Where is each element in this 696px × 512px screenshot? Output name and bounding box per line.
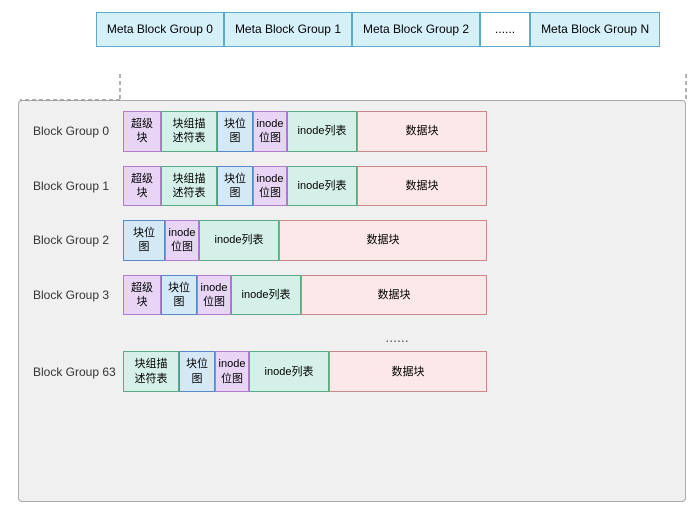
- cell-4-4: 数据块: [329, 351, 487, 392]
- cell-3-1: 块位图: [161, 275, 197, 316]
- cell-4-0: 块组描述符表: [123, 351, 179, 392]
- cell-3-4: 数据块: [301, 275, 487, 316]
- dots-separator: ......: [123, 329, 671, 345]
- cell-3-2: inode 位图: [197, 275, 231, 316]
- cell-2-2: inode列表: [199, 220, 279, 261]
- cell-1-2: 块位图: [217, 166, 253, 207]
- meta-block-4: Meta Block Group N: [530, 12, 660, 47]
- block-group-row-4: Block Group 63块组描述符表块位图inode 位图inode列表数据…: [33, 351, 671, 392]
- cell-1-1: 块组描述符表: [161, 166, 217, 207]
- block-group-label-2: Block Group 2: [33, 233, 123, 247]
- cell-1-3: inode 位图: [253, 166, 287, 207]
- cell-0-1: 块组描述符表: [161, 111, 217, 152]
- cell-0-5: 数据块: [357, 111, 487, 152]
- cell-4-1: 块位图: [179, 351, 215, 392]
- cell-2-1: inode 位图: [165, 220, 199, 261]
- block-group-label-1: Block Group 1: [33, 179, 123, 193]
- cell-2-3: 数据块: [279, 220, 487, 261]
- block-group-cells-3: 超级块块位图inode 位图inode列表数据块: [123, 275, 487, 316]
- meta-block-0: Meta Block Group 0: [96, 12, 224, 47]
- block-group-label-4: Block Group 63: [33, 365, 123, 379]
- main-container: Block Group 0超级块块组描述符表块位图inode 位图inode列表…: [18, 100, 686, 502]
- meta-block-3: ......: [480, 12, 530, 47]
- cell-1-4: inode列表: [287, 166, 357, 207]
- cell-3-3: inode列表: [231, 275, 301, 316]
- cell-2-0: 块位图: [123, 220, 165, 261]
- block-group-label-0: Block Group 0: [33, 124, 123, 138]
- block-group-cells-0: 超级块块组描述符表块位图inode 位图inode列表数据块: [123, 111, 487, 152]
- block-group-cells-1: 超级块块组描述符表块位图inode 位图inode列表数据块: [123, 166, 487, 207]
- block-group-cells-4: 块组描述符表块位图inode 位图inode列表数据块: [123, 351, 487, 392]
- cell-0-4: inode列表: [287, 111, 357, 152]
- cell-4-3: inode列表: [249, 351, 329, 392]
- cell-3-0: 超级块: [123, 275, 161, 316]
- cell-1-0: 超级块: [123, 166, 161, 207]
- cell-0-3: inode 位图: [253, 111, 287, 152]
- meta-block-groups-row: Meta Block Group 0Meta Block Group 1Meta…: [60, 12, 696, 47]
- meta-block-2: Meta Block Group 2: [352, 12, 480, 47]
- meta-block-1: Meta Block Group 1: [224, 12, 352, 47]
- block-group-row-3: Block Group 3超级块块位图inode 位图inode列表数据块: [33, 275, 671, 316]
- block-group-row-1: Block Group 1超级块块组描述符表块位图inode 位图inode列表…: [33, 166, 671, 207]
- block-group-row-2: Block Group 2块位图inode 位图inode列表数据块: [33, 220, 671, 261]
- cell-4-2: inode 位图: [215, 351, 249, 392]
- block-group-cells-2: 块位图inode 位图inode列表数据块: [123, 220, 487, 261]
- cell-1-5: 数据块: [357, 166, 487, 207]
- cell-0-0: 超级块: [123, 111, 161, 152]
- block-group-row-0: Block Group 0超级块块组描述符表块位图inode 位图inode列表…: [33, 111, 671, 152]
- block-group-label-3: Block Group 3: [33, 288, 123, 302]
- cell-0-2: 块位图: [217, 111, 253, 152]
